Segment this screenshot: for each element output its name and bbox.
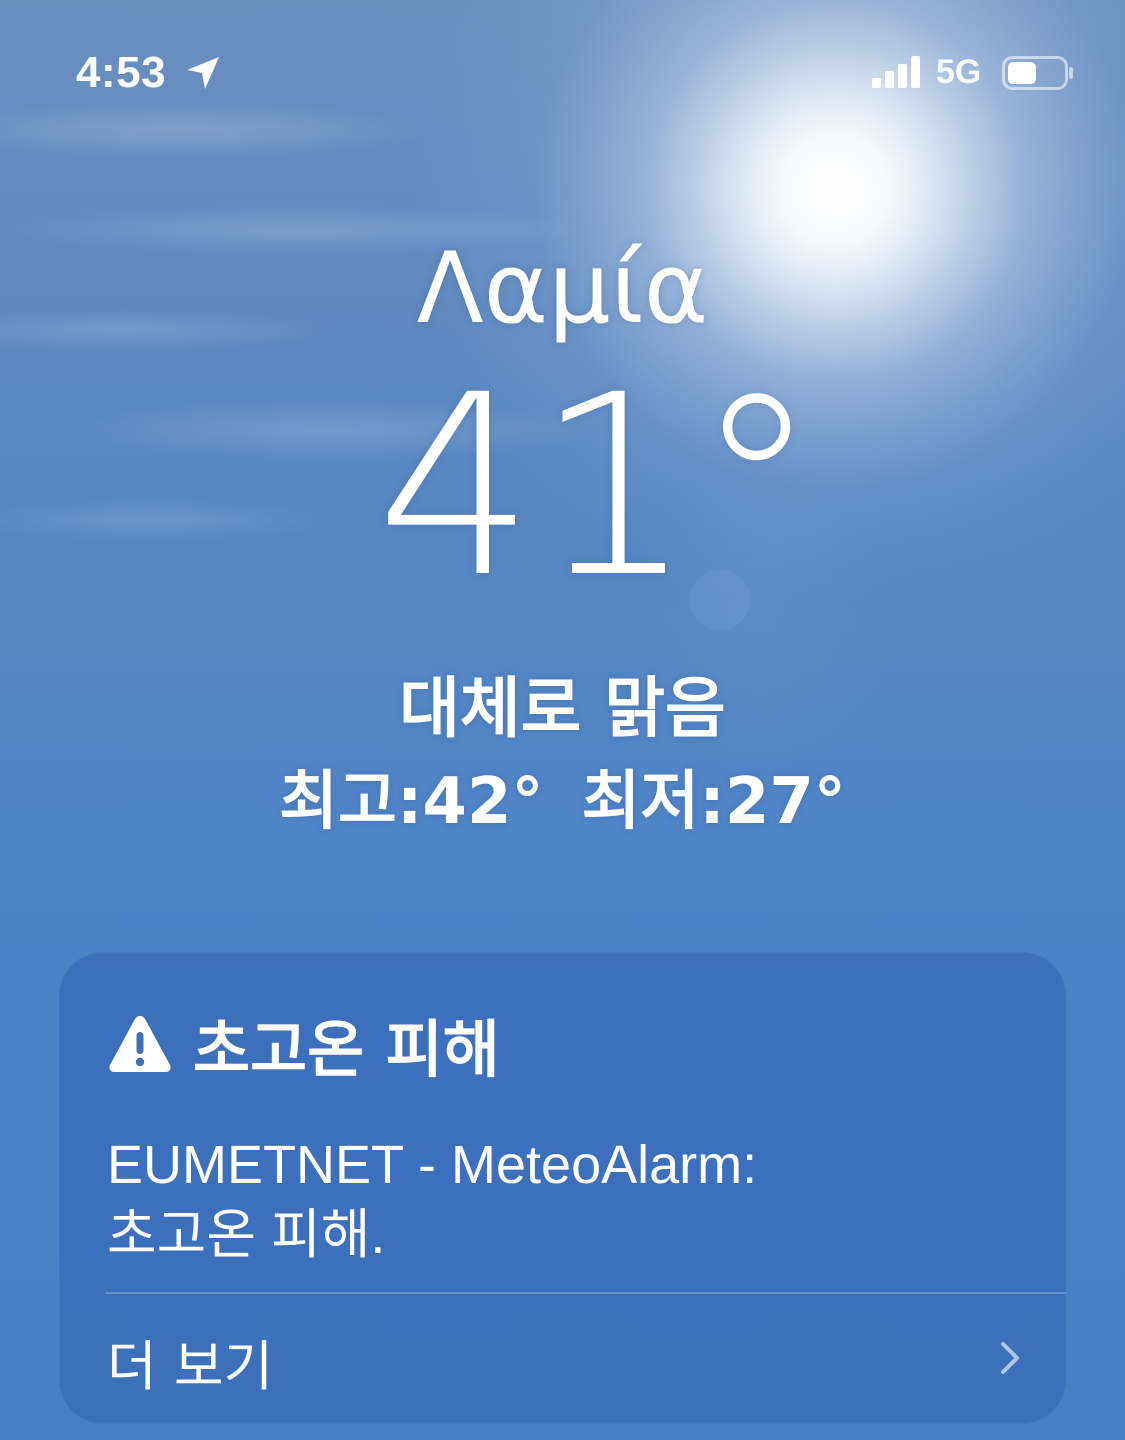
city-name: Λαμία xyxy=(416,232,709,346)
see-more-label: 더 보기 xyxy=(107,1335,274,1398)
alert-source: EUMETNET - MeteoAlarm: xyxy=(107,1135,758,1195)
status-time: 4:53 xyxy=(76,48,167,97)
chevron-right-icon xyxy=(1001,1342,1019,1374)
alert-header: 초고온 피해 xyxy=(107,1004,500,1086)
warning-icon xyxy=(109,1016,171,1072)
battery-icon xyxy=(1002,56,1073,90)
high-temperature: 최고:42° xyxy=(279,765,544,839)
current-temperature: 41° xyxy=(375,341,820,632)
status-bar: 4:53 5G xyxy=(0,0,1125,140)
weather-condition: 대체로 맑음 xyxy=(399,670,726,747)
network-type: 5G xyxy=(936,53,982,91)
alert-description: EUMETNET - MeteoAlarm: 초고온 피해. xyxy=(107,1130,1007,1270)
low-temperature: 최저:27° xyxy=(581,765,846,839)
alert-title: 초고온 피해 xyxy=(193,1013,500,1086)
location-arrow-icon xyxy=(187,57,219,89)
high-low-temperatures: 최고:42° 최저:27° xyxy=(0,750,1125,842)
severe-weather-alert-card[interactable]: 초고온 피해 EUMETNET - MeteoAlarm: 초고온 피해. 더 … xyxy=(59,952,1066,1424)
see-more-button[interactable]: 더 보기 xyxy=(59,1294,1066,1424)
signal-icon xyxy=(872,56,920,88)
alert-text: 초고온 피해. xyxy=(107,1205,386,1265)
